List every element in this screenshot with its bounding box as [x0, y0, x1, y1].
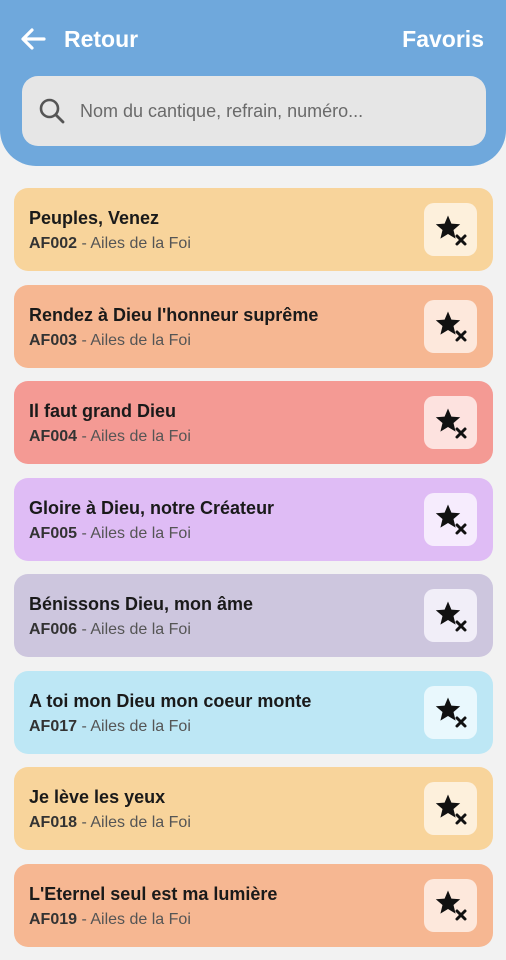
separator: - [77, 814, 91, 831]
song-collection: Ailes de la Foi [90, 910, 191, 928]
song-code: AF005 [29, 524, 78, 542]
song-card[interactable]: Gloire à Dieu, notre Créateur AF005 - Ail… [14, 477, 493, 561]
star-remove-icon [435, 697, 466, 728]
song-subtitle: AF003 - Ailes de la Foi [29, 332, 191, 350]
song-subtitle: AF018 - Ailes de la Foi [29, 814, 191, 832]
song-subtitle: AF006 - Ailes de la Foi [29, 621, 191, 639]
song-card[interactable]: Bénissons Dieu, mon âme AF006 - Ailes de … [14, 574, 493, 657]
remove-favorite-button[interactable] [424, 299, 477, 353]
song-title: Gloire à Dieu, notre Créateur [29, 497, 275, 518]
separator: - [77, 717, 91, 735]
star-remove-icon [435, 215, 466, 245]
search-input[interactable] [78, 99, 472, 123]
song-code: AF019 [29, 910, 78, 928]
song-title: Je lève les yeux [29, 787, 166, 807]
separator: - [77, 910, 91, 928]
song-title: Bénissons Dieu, mon âme [29, 594, 254, 614]
song-subtitle: AF004 - Ailes de la Foi [29, 428, 191, 446]
separator: - [77, 524, 91, 542]
song-collection: Ailes de la Foi [90, 814, 191, 831]
remove-favorite-button[interactable] [424, 589, 477, 642]
song-code: AF017 [29, 717, 78, 735]
song-list: Peuples, Venez AF002 - Ailes de la Foi Ren… [14, 188, 493, 960]
song-collection: Ailes de la Foi [90, 524, 191, 542]
song-code: AF004 [29, 428, 78, 445]
arrow-left-icon [21, 28, 46, 50]
song-collection: Ailes de la Foi [90, 717, 191, 735]
song-card[interactable]: Rendez à Dieu l'honneur suprême AF003 - A… [14, 284, 493, 368]
star-remove-icon [435, 890, 466, 921]
song-code: AF006 [29, 621, 78, 638]
search-bar[interactable] [22, 76, 486, 146]
song-code: AF003 [29, 331, 78, 349]
song-subtitle: AF002 - Ailes de la Foi [29, 235, 191, 253]
song-collection: Ailes de la Foi [90, 621, 191, 638]
remove-favorite-button[interactable] [424, 782, 477, 835]
separator: - [77, 331, 91, 349]
song-card[interactable]: A toi mon Dieu mon coeur monte AF017 - Ai… [14, 670, 493, 754]
star-remove-icon [435, 408, 466, 438]
back-button[interactable]: Retour [20, 20, 138, 58]
song-subtitle: AF017 - Ailes de la Foi [29, 718, 191, 736]
song-code: AF018 [29, 814, 78, 831]
star-remove-icon [435, 794, 466, 824]
star-remove-icon [435, 504, 466, 535]
remove-favorite-button[interactable] [424, 396, 477, 449]
song-card[interactable]: Il faut grand Dieu AF004 - Ailes de la Fo… [14, 381, 493, 464]
separator: - [77, 428, 91, 445]
song-card[interactable]: Je lève les yeux AF018 - Ailes de la Foi [14, 767, 493, 850]
remove-favorite-button[interactable] [424, 685, 477, 739]
song-subtitle: AF019 - Ailes de la Foi [29, 911, 191, 929]
search-icon [39, 98, 65, 124]
song-collection: Ailes de la Foi [90, 428, 191, 445]
header: Retour Favoris [0, 0, 506, 166]
song-title: Peuples, Venez [29, 208, 160, 228]
song-card[interactable]: Peuples, Venez AF002 - Ailes de la Foi [14, 188, 493, 271]
song-collection: Ailes de la Foi [90, 235, 191, 252]
remove-favorite-button[interactable] [424, 203, 477, 256]
song-code: AF002 [29, 235, 78, 252]
song-title: Rendez à Dieu l'honneur suprême [29, 304, 319, 325]
song-title: A toi mon Dieu mon coeur monte [29, 690, 312, 711]
remove-favorite-button[interactable] [424, 492, 477, 546]
favorites-link[interactable]: Favoris [402, 20, 484, 58]
back-label: Retour [64, 25, 139, 52]
separator: - [77, 621, 91, 638]
star-remove-icon [435, 311, 466, 342]
remove-favorite-button[interactable] [424, 878, 477, 932]
separator: - [77, 235, 91, 252]
song-collection: Ailes de la Foi [90, 331, 191, 349]
song-card[interactable]: L'Eternel seul est ma lumière AF019 - Ail… [14, 863, 493, 947]
star-remove-icon [435, 601, 466, 631]
song-subtitle: AF005 - Ailes de la Foi [29, 525, 191, 543]
song-title: Il faut grand Dieu [29, 401, 177, 421]
song-title: L'Eternel seul est ma lumière [29, 883, 278, 904]
